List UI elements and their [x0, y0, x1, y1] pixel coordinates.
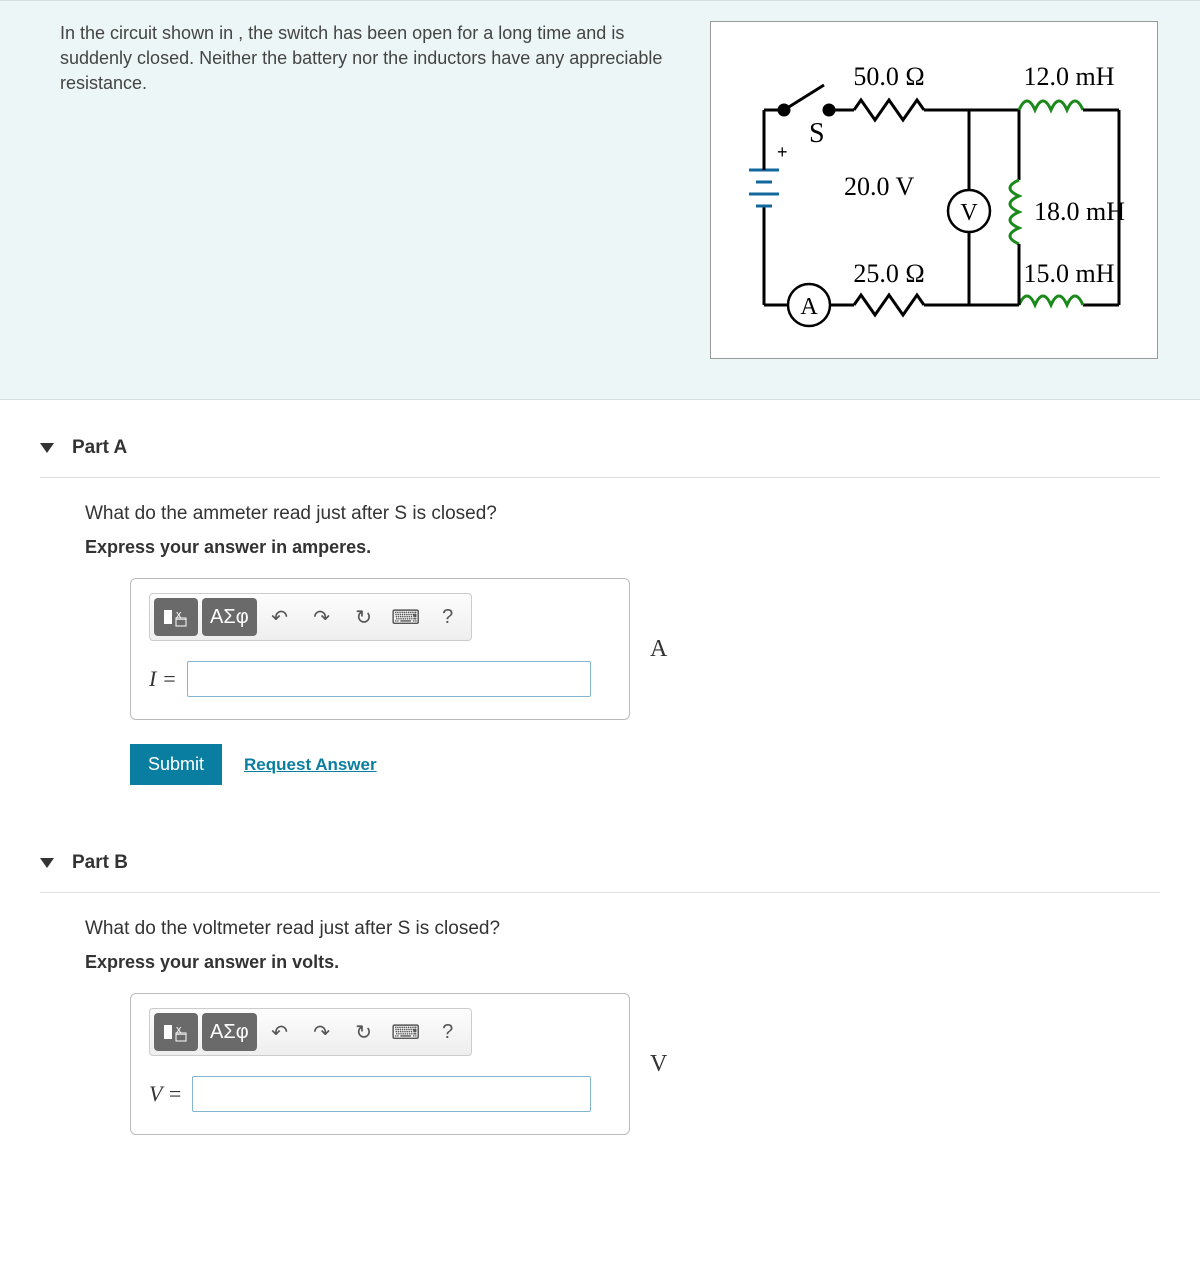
help-button[interactable]: ?	[429, 1013, 467, 1051]
intro-text: In the circuit shown in , the switch has…	[60, 21, 680, 97]
caret-down-icon	[40, 858, 54, 868]
part-b-title: Part B	[72, 852, 128, 874]
vsrc-label: 20.0 V	[844, 172, 915, 201]
part-a: Part A What do the ammeter read just aft…	[0, 400, 1200, 815]
r2-label: 25.0 Ω	[853, 259, 924, 288]
svg-text:V: V	[960, 200, 978, 226]
r1-label: 50.0 Ω	[853, 62, 924, 91]
switch-label: S	[809, 118, 825, 149]
part-b-header[interactable]: Part B	[40, 840, 1160, 893]
greek-button[interactable]: ΑΣφ	[202, 1013, 257, 1051]
part-a-question: What do the ammeter read just after S is…	[85, 503, 1160, 525]
l2-label: 18.0 mH	[1034, 197, 1125, 226]
submit-button[interactable]: Submit	[130, 744, 222, 785]
formula-toolbar: x͟ ΑΣφ ↶ ↷ ↻ ⌨ ?	[149, 593, 472, 641]
redo-button[interactable]: ↷	[303, 598, 341, 636]
redo-button[interactable]: ↷	[303, 1013, 341, 1051]
svg-text:x͟: x͟	[176, 609, 187, 621]
part-b-question: What do the voltmeter read just after S …	[85, 918, 1160, 940]
formula-toolbar: x͟ ΑΣφ ↶ ↷ ↻ ⌨ ?	[149, 1008, 472, 1056]
part-b-unit: V	[650, 1051, 667, 1078]
l1-label: 12.0 mH	[1024, 62, 1115, 91]
part-b-variable: V =	[149, 1081, 182, 1107]
part-b-answer-box: x͟ ΑΣφ ↶ ↷ ↻ ⌨ ? V =	[130, 993, 630, 1135]
keyboard-button[interactable]: ⌨	[387, 598, 425, 636]
help-button[interactable]: ?	[429, 598, 467, 636]
undo-button[interactable]: ↶	[261, 1013, 299, 1051]
svg-text:x͟: x͟	[176, 1024, 187, 1036]
undo-button[interactable]: ↶	[261, 598, 299, 636]
part-b-input[interactable]	[192, 1076, 591, 1112]
part-b-instruction: Express your answer in volts.	[85, 952, 1160, 973]
circuit-figure: + S V A 50.0 Ω 12.0 mH 20.0 V 18.0 mH 25…	[710, 21, 1158, 359]
svg-text:A: A	[800, 294, 818, 320]
caret-down-icon	[40, 443, 54, 453]
svg-text:+: +	[777, 142, 788, 162]
keyboard-button[interactable]: ⌨	[387, 1013, 425, 1051]
part-a-answer-box: x͟ ΑΣφ ↶ ↷ ↻ ⌨ ? I =	[130, 578, 630, 720]
part-a-instruction: Express your answer in amperes.	[85, 537, 1160, 558]
problem-intro: In the circuit shown in , the switch has…	[0, 0, 1200, 400]
part-a-header[interactable]: Part A	[40, 425, 1160, 478]
request-answer-link[interactable]: Request Answer	[244, 755, 377, 775]
reset-button[interactable]: ↻	[345, 1013, 383, 1051]
part-a-input[interactable]	[187, 661, 591, 697]
templates-button[interactable]: x͟	[154, 598, 198, 636]
part-b: Part B What do the voltmeter read just a…	[0, 815, 1200, 1145]
templates-button[interactable]: x͟	[154, 1013, 198, 1051]
greek-button[interactable]: ΑΣφ	[202, 598, 257, 636]
l3-label: 15.0 mH	[1024, 259, 1115, 288]
part-a-title: Part A	[72, 437, 127, 459]
part-a-unit: A	[650, 636, 667, 663]
part-a-variable: I =	[149, 666, 177, 692]
reset-button[interactable]: ↻	[345, 598, 383, 636]
